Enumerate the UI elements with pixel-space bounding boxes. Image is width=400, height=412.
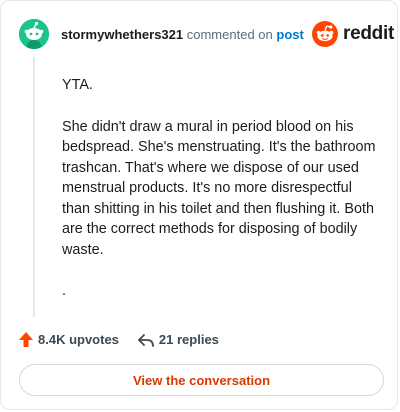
reddit-wordmark: reddit xyxy=(343,23,394,44)
commented-on-text: commented on xyxy=(186,27,273,42)
upvote-arrow-icon xyxy=(19,332,33,347)
reddit-logo[interactable]: reddit xyxy=(312,21,394,47)
post-link[interactable]: post xyxy=(276,27,303,42)
comment-actions: 8.4K upvotes 21 replies xyxy=(18,331,219,348)
user-avatar[interactable] xyxy=(19,19,49,49)
upvotes-count: 8.4K upvotes xyxy=(38,332,119,347)
view-conversation-button[interactable]: View the conversation xyxy=(19,364,384,396)
replies-button[interactable]: 21 replies xyxy=(137,332,219,348)
comment-paragraph: She didn't draw a mural in period blood … xyxy=(62,118,376,258)
comment-embed-card: stormywhethers321 commented on post redd… xyxy=(0,0,398,410)
snoo-avatar-icon xyxy=(19,19,49,49)
comment-paragraph: YTA. xyxy=(62,77,93,93)
comment-body: YTA. She didn't draw a mural in period b… xyxy=(62,75,380,323)
reply-arrow-icon xyxy=(138,333,154,347)
comment-paragraph: . xyxy=(62,283,66,299)
reddit-snoo-icon xyxy=(312,21,338,47)
thread-line xyxy=(33,57,35,317)
replies-count: 21 replies xyxy=(158,332,219,347)
comment-header: stormywhethers321 commented on post xyxy=(61,27,304,42)
upvote-button[interactable]: 8.4K upvotes xyxy=(18,331,119,348)
username-link[interactable]: stormywhethers321 xyxy=(61,27,183,42)
